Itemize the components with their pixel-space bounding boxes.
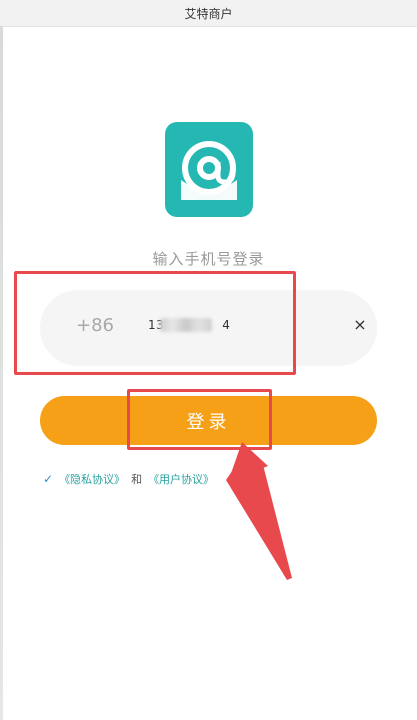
- red-arrow-icon: [226, 442, 292, 580]
